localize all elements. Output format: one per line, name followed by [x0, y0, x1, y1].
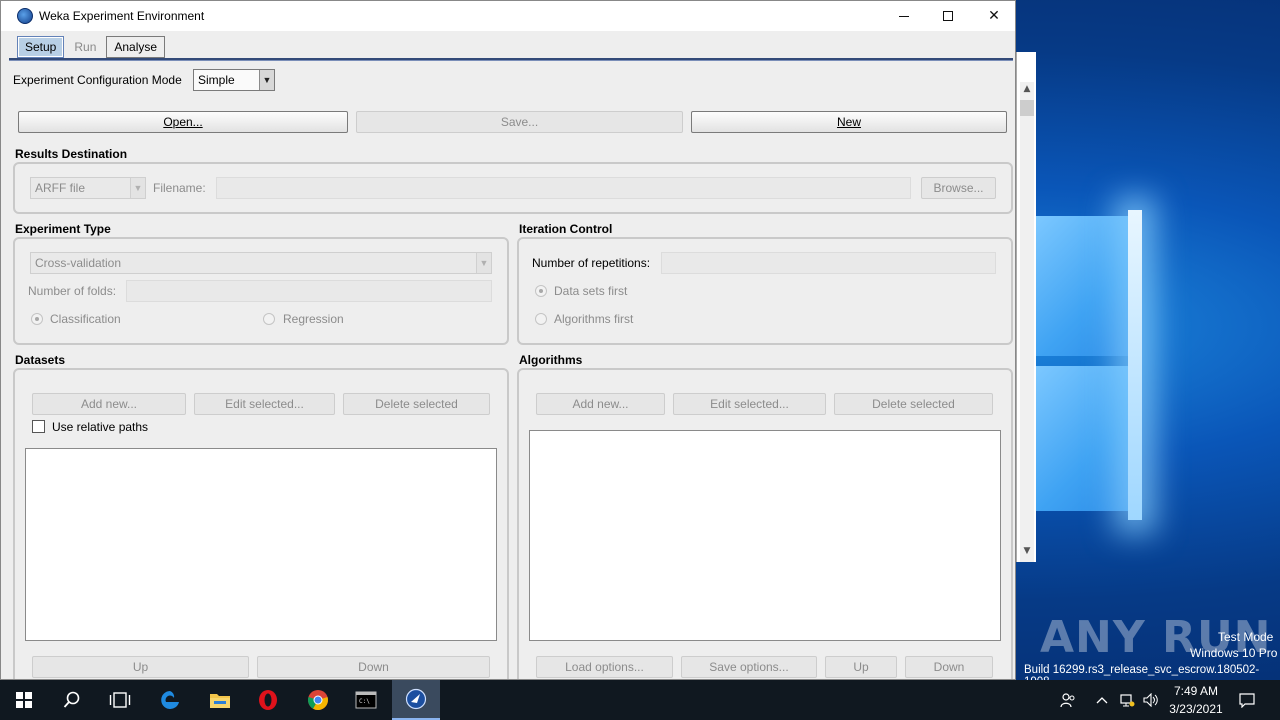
chevron-down-icon: ▼ — [130, 178, 145, 198]
clock-date: 3/23/2021 — [1169, 702, 1223, 716]
edge-icon[interactable] — [146, 680, 194, 720]
people-icon[interactable] — [1056, 680, 1080, 720]
filename-label: Filename: — [153, 181, 206, 195]
scrollbar-thumb[interactable] — [1020, 100, 1034, 116]
algorithms-add-new-button[interactable]: Add new... — [536, 393, 665, 415]
wallpaper-light-beam — [1128, 210, 1142, 520]
weka-taskbar-icon[interactable] — [392, 680, 440, 720]
repetitions-field[interactable] — [661, 252, 996, 274]
scroll-up-icon[interactable]: ▲ — [1020, 84, 1034, 98]
open-button[interactable]: Open... — [18, 111, 348, 133]
algorithms-delete-selected-button[interactable]: Delete selected — [834, 393, 993, 415]
folds-label: Number of folds: — [28, 284, 117, 298]
svg-text:C:\: C:\ — [359, 698, 370, 705]
folds-field[interactable] — [126, 280, 492, 302]
regression-radio[interactable] — [263, 313, 275, 325]
window-title: Weka Experiment Environment — [39, 9, 205, 23]
open-button-label: Open... — [163, 115, 203, 129]
experiment-type-value: Cross-validation — [35, 256, 122, 270]
results-destination-title: Results Destination — [15, 147, 128, 161]
close-icon: ✕ — [988, 8, 1000, 24]
config-mode-label: Experiment Configuration Mode — [13, 73, 182, 87]
weka-experiment-window: Weka Experiment Environment ✕ Setup Run … — [0, 0, 1016, 680]
tab-run[interactable]: Run — [66, 36, 104, 58]
algorithms-edit-selected-button[interactable]: Edit selected... — [673, 393, 826, 415]
filename-field[interactable] — [216, 177, 911, 199]
tab-bar: Setup Run Analyse — [17, 36, 167, 58]
datasets-first-radio[interactable] — [535, 285, 547, 297]
regression-label: Regression — [283, 312, 344, 326]
notifications-icon[interactable] — [1236, 680, 1258, 720]
task-view-icon[interactable] — [96, 680, 144, 720]
repetitions-label: Number of repetitions: — [532, 256, 651, 270]
browse-button[interactable]: Browse... — [921, 177, 996, 199]
maximize-icon — [943, 11, 953, 21]
classification-label: Classification — [50, 312, 121, 326]
taskbar: C:\ — [0, 680, 1280, 720]
datasets-add-new-button[interactable]: Add new... — [32, 393, 186, 415]
chrome-icon[interactable] — [294, 680, 342, 720]
scrollbar-track[interactable] — [1020, 82, 1034, 562]
datasets-down-button[interactable]: Down — [257, 656, 490, 678]
datasets-up-button[interactable]: Up — [32, 656, 249, 678]
save-button[interactable]: Save... — [356, 111, 683, 133]
build-label: Build 16299.rs3_release_svc_escrow.18050… — [1024, 664, 1260, 680]
chevron-up-icon[interactable] — [1092, 680, 1112, 720]
chevron-down-icon: ▼ — [476, 253, 491, 273]
taskbar-clock[interactable]: 7:49 AM 3/23/2021 — [1160, 682, 1232, 718]
scroll-down-icon[interactable]: ▼ — [1020, 546, 1034, 560]
clock-time: 7:49 AM — [1173, 684, 1219, 698]
experiment-type-select[interactable]: Cross-validation ▼ — [30, 252, 492, 274]
test-mode-label: Test Mode — [1218, 630, 1274, 644]
os-name-label: Windows 10 Pro — [1190, 646, 1278, 660]
algorithms-down-button[interactable]: Down — [905, 656, 993, 678]
results-type-select[interactable]: ARFF file ▼ — [30, 177, 146, 199]
network-icon[interactable] — [1116, 680, 1138, 720]
title-bar[interactable]: Weka Experiment Environment ✕ — [1, 1, 1015, 31]
save-options-button[interactable]: Save options... — [681, 656, 817, 678]
experiment-type-title: Experiment Type — [15, 222, 111, 236]
config-mode-select[interactable]: Simple ▼ — [193, 69, 275, 91]
iteration-control-title: Iteration Control — [519, 222, 613, 236]
tab-divider — [9, 58, 1013, 61]
datasets-list[interactable] — [25, 448, 497, 641]
config-mode-value: Simple — [198, 73, 235, 87]
chevron-down-icon: ▼ — [259, 70, 274, 90]
tab-setup[interactable]: Setup — [17, 36, 65, 58]
new-button[interactable]: New — [691, 111, 1007, 133]
algorithms-list[interactable] — [529, 430, 1001, 641]
cmd-icon[interactable]: C:\ — [342, 680, 390, 720]
datasets-delete-selected-button[interactable]: Delete selected — [343, 393, 490, 415]
algorithms-up-button[interactable]: Up — [825, 656, 897, 678]
close-button[interactable]: ✕ — [971, 1, 1015, 31]
minimize-button[interactable] — [881, 1, 927, 31]
datasets-edit-selected-button[interactable]: Edit selected... — [194, 393, 335, 415]
algorithms-title: Algorithms — [519, 353, 583, 367]
maximize-button[interactable] — [925, 1, 971, 31]
tab-analyse[interactable]: Analyse — [106, 36, 166, 58]
datasets-first-label: Data sets first — [554, 284, 628, 298]
classification-radio[interactable] — [31, 313, 43, 325]
volume-icon[interactable] — [1140, 680, 1162, 720]
opera-icon[interactable] — [244, 680, 292, 720]
search-icon[interactable] — [48, 680, 96, 720]
use-relative-paths-checkbox[interactable] — [32, 420, 45, 433]
use-relative-paths-label: Use relative paths — [52, 420, 149, 434]
results-type-value: ARFF file — [35, 181, 86, 195]
windows-start-icon[interactable] — [0, 680, 48, 720]
weka-icon — [17, 8, 33, 24]
load-options-button[interactable]: Load options... — [536, 656, 673, 678]
file-explorer-icon[interactable] — [196, 680, 244, 720]
datasets-title: Datasets — [15, 353, 66, 367]
algorithms-first-label: Algorithms first — [554, 312, 634, 326]
new-button-label: New — [836, 115, 861, 129]
algorithms-first-radio[interactable] — [535, 313, 547, 325]
save-button-label: Save... — [500, 115, 539, 129]
minimize-icon — [899, 15, 909, 17]
background-window-edge: ▲ ▼ — [1016, 52, 1036, 562]
